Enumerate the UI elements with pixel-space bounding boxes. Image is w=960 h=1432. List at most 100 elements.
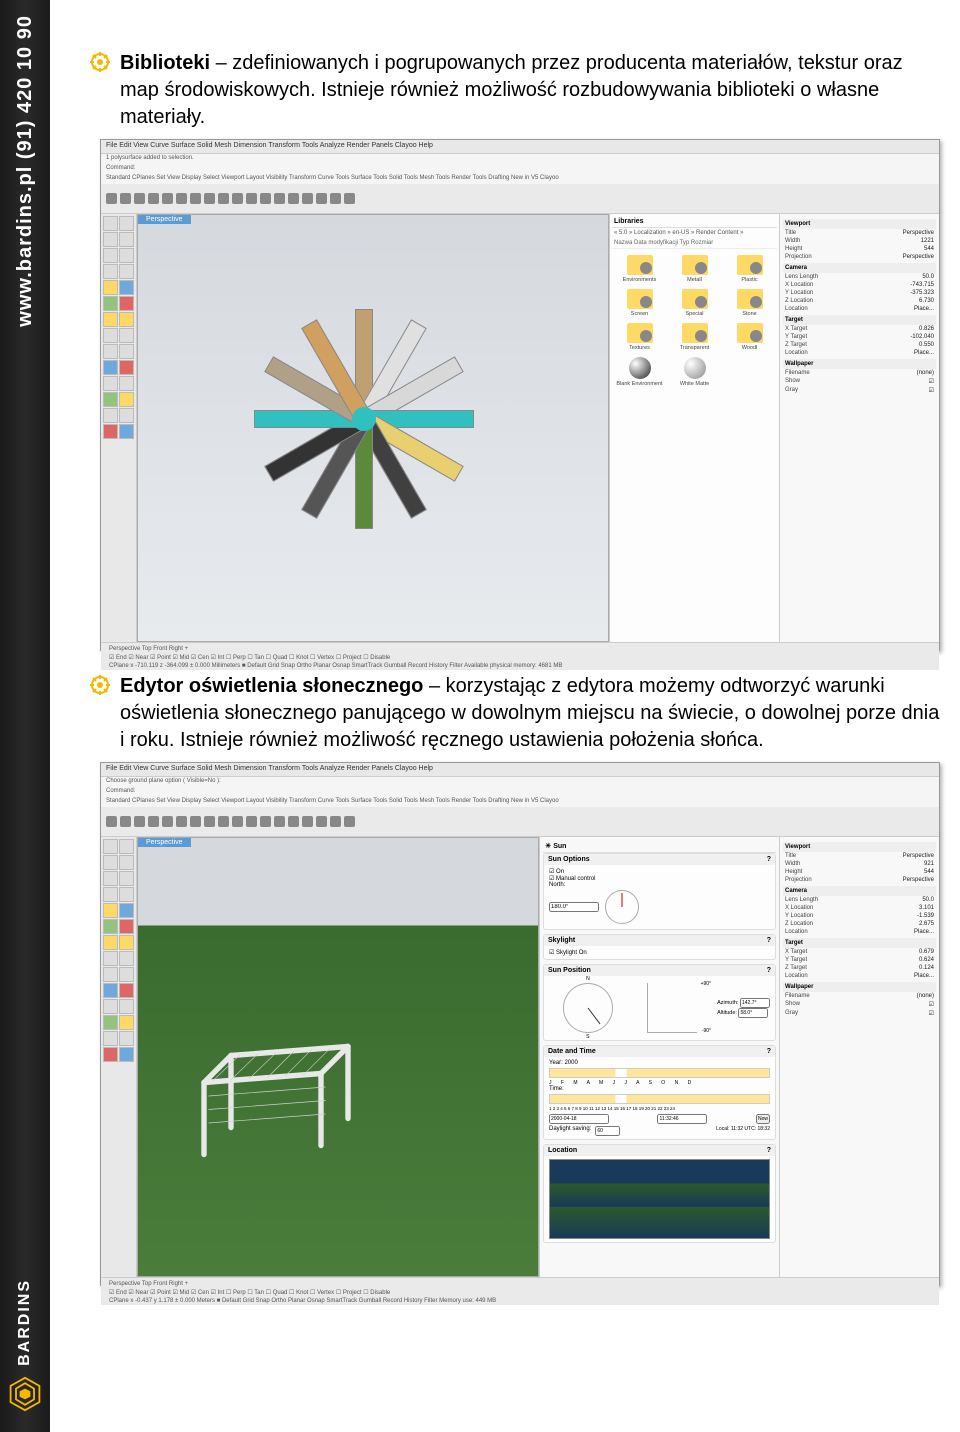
tool-icon[interactable] bbox=[119, 328, 134, 343]
library-folder[interactable]: Textures bbox=[615, 323, 664, 351]
tool-icon[interactable] bbox=[119, 839, 134, 854]
toolbar-icon[interactable] bbox=[148, 816, 159, 827]
tool-icon[interactable] bbox=[103, 999, 118, 1014]
tool-icon[interactable] bbox=[103, 280, 118, 295]
libraries-panel[interactable]: Libraries « 5.0 » Localization » en-US »… bbox=[609, 214, 779, 642]
tool-icon[interactable] bbox=[119, 999, 134, 1014]
sun-panel[interactable]: ☀ Sun Sun Options? ☑ On ☑ Manual control… bbox=[539, 837, 779, 1277]
tool-icon[interactable] bbox=[103, 328, 118, 343]
tool-icon[interactable] bbox=[119, 855, 134, 870]
help-icon[interactable]: ? bbox=[767, 1048, 771, 1055]
daylight-input[interactable] bbox=[595, 1126, 620, 1136]
tool-icon[interactable] bbox=[119, 951, 134, 966]
toolbar-icon[interactable] bbox=[232, 816, 243, 827]
menubar[interactable]: File Edit View Curve Surface Solid Mesh … bbox=[101, 140, 939, 154]
toolbar-icon[interactable] bbox=[232, 193, 243, 204]
library-folder[interactable]: Screen bbox=[615, 289, 664, 317]
north-compass[interactable] bbox=[605, 890, 639, 924]
tool-icon[interactable] bbox=[119, 1031, 134, 1046]
toolbar-icon[interactable] bbox=[330, 816, 341, 827]
library-folder[interactable]: Woodl bbox=[725, 323, 774, 351]
menubar[interactable]: File Edit View Curve Surface Solid Mesh … bbox=[101, 763, 939, 777]
tool-icon[interactable] bbox=[119, 376, 134, 391]
command-line[interactable]: Command: bbox=[101, 787, 939, 797]
left-toolbox[interactable] bbox=[101, 837, 137, 1277]
help-icon[interactable]: ? bbox=[767, 937, 771, 944]
tool-icon[interactable] bbox=[103, 1047, 118, 1062]
altitude-input[interactable] bbox=[738, 1008, 768, 1018]
tool-icon[interactable] bbox=[119, 935, 134, 950]
library-folder[interactable]: Transparent bbox=[670, 323, 719, 351]
tool-icon[interactable] bbox=[119, 312, 134, 327]
tool-icon[interactable] bbox=[119, 232, 134, 247]
tool-icon[interactable] bbox=[103, 1015, 118, 1030]
toolbar-icon[interactable] bbox=[134, 816, 145, 827]
main-toolbar[interactable] bbox=[101, 807, 939, 837]
toolbar-icon[interactable] bbox=[302, 816, 313, 827]
tool-icon[interactable] bbox=[119, 392, 134, 407]
toolbar-icon[interactable] bbox=[344, 816, 355, 827]
library-folder[interactable]: Special bbox=[670, 289, 719, 317]
tool-icon[interactable] bbox=[119, 903, 134, 918]
tool-icon[interactable] bbox=[103, 855, 118, 870]
toolbar-icon[interactable] bbox=[106, 816, 117, 827]
viewport-label[interactable]: Perspective bbox=[138, 215, 191, 224]
tool-icon[interactable] bbox=[119, 264, 134, 279]
properties-panel[interactable]: Viewport TitlePerspective Width1221 Heig… bbox=[779, 214, 939, 642]
tool-icon[interactable] bbox=[103, 392, 118, 407]
azimuth-input[interactable] bbox=[740, 998, 770, 1008]
libraries-columns[interactable]: Nazwa Data modyfikacji Typ Rozmiar bbox=[612, 238, 777, 249]
toolbar-icon[interactable] bbox=[218, 816, 229, 827]
tool-icon[interactable] bbox=[119, 967, 134, 982]
tool-icon[interactable] bbox=[119, 408, 134, 423]
tool-icon[interactable] bbox=[103, 360, 118, 375]
tool-icon[interactable] bbox=[103, 983, 118, 998]
tool-icon[interactable] bbox=[103, 232, 118, 247]
library-folder[interactable]: Plastic bbox=[725, 255, 774, 283]
toolbar-icon[interactable] bbox=[176, 193, 187, 204]
tool-icon[interactable] bbox=[103, 344, 118, 359]
tool-icon[interactable] bbox=[103, 296, 118, 311]
toolbar-icon[interactable] bbox=[344, 193, 355, 204]
status-bar[interactable]: CPlane x -0.437 y 1.178 ± 0.000 Meters ■… bbox=[106, 1297, 934, 1305]
viewport-label[interactable]: Perspective bbox=[138, 838, 191, 847]
tool-icon[interactable] bbox=[119, 344, 134, 359]
now-button[interactable]: Now bbox=[756, 1114, 770, 1124]
toolbar-icon[interactable] bbox=[190, 816, 201, 827]
toolbar-icon[interactable] bbox=[204, 816, 215, 827]
toolbar-icon[interactable] bbox=[162, 816, 173, 827]
library-material[interactable]: Blank Environment bbox=[615, 357, 664, 387]
library-folder[interactable]: Environments bbox=[615, 255, 664, 283]
toolbar-icon[interactable] bbox=[302, 193, 313, 204]
view-tabs[interactable]: Perspective Top Front Right + bbox=[106, 1280, 934, 1288]
toolbar-icon[interactable] bbox=[190, 193, 201, 204]
tool-icon[interactable] bbox=[119, 360, 134, 375]
tool-icon[interactable] bbox=[119, 1047, 134, 1062]
toolbar-icon[interactable] bbox=[246, 816, 257, 827]
azimuth-compass[interactable]: N S bbox=[563, 983, 613, 1033]
perspective-viewport[interactable]: Perspective bbox=[137, 214, 609, 642]
month-slider[interactable] bbox=[549, 1068, 770, 1078]
toolbar-icon[interactable] bbox=[316, 193, 327, 204]
library-material[interactable]: White Matte bbox=[670, 357, 719, 387]
osnap-row[interactable]: ☑ End ☑ Near ☑ Point ☑ Mid ☑ Cen ☑ Int ☐… bbox=[106, 1288, 934, 1297]
tool-icon[interactable] bbox=[103, 839, 118, 854]
tool-icon[interactable] bbox=[103, 1031, 118, 1046]
hour-slider[interactable] bbox=[549, 1094, 770, 1104]
toolbar-icon[interactable] bbox=[204, 193, 215, 204]
toolbar-icon[interactable] bbox=[260, 816, 271, 827]
properties-panel[interactable]: Viewport TitlePerspective Width921 Heigh… bbox=[779, 837, 939, 1277]
tool-icon[interactable] bbox=[103, 376, 118, 391]
main-toolbar[interactable] bbox=[101, 184, 939, 214]
tool-icon[interactable] bbox=[119, 424, 134, 439]
tool-icon[interactable] bbox=[103, 967, 118, 982]
left-toolbox[interactable] bbox=[101, 214, 137, 642]
library-folder[interactable]: Metall bbox=[670, 255, 719, 283]
library-folder[interactable]: Stone bbox=[725, 289, 774, 317]
tool-icon[interactable] bbox=[119, 887, 134, 902]
toolbar-icon[interactable] bbox=[148, 193, 159, 204]
perspective-viewport[interactable]: Perspective bbox=[137, 837, 539, 1277]
toolbar-icon[interactable] bbox=[106, 193, 117, 204]
toolbar-icon[interactable] bbox=[260, 193, 271, 204]
help-icon[interactable]: ? bbox=[767, 967, 771, 974]
